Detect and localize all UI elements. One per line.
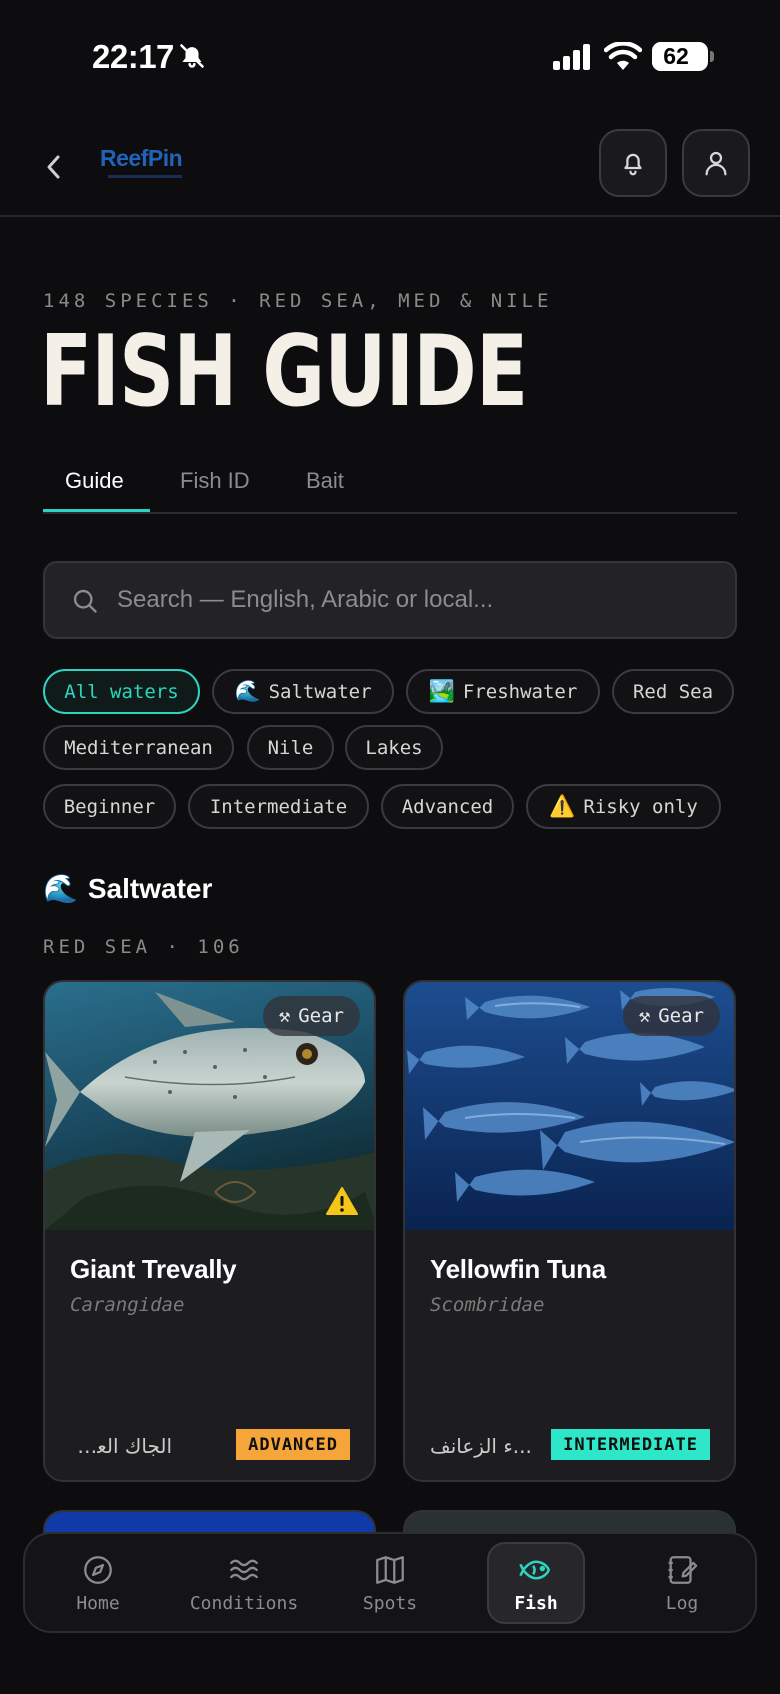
chip-label: Nile — [267, 736, 314, 759]
battery-percentage: 62 — [663, 43, 689, 69]
tools-icon: ⚒ — [278, 1005, 291, 1027]
section-title: 🌊 Saltwater — [43, 872, 212, 905]
warning-icon: ⚠️ — [549, 794, 576, 818]
section-title-text: Saltwater — [87, 872, 213, 904]
chip-label: Mediterranean — [64, 736, 213, 759]
bottom-navigation: Home Conditions Spots Fish Log — [23, 1532, 757, 1633]
filter-chip-nile[interactable]: Nile — [247, 725, 334, 770]
fish-card-giant-trevally[interactable]: ⚒ Gear Giant Trevally Carangidae الجاك ا… — [43, 980, 376, 1482]
bell-slash-icon — [180, 44, 204, 68]
nav-label: Fish — [514, 1592, 558, 1614]
fish-photo: ⚒ Gear — [405, 982, 734, 1230]
app-header: ReefPin — [0, 115, 780, 217]
gear-label: Gear — [298, 1005, 344, 1027]
filter-chip-advanced[interactable]: Advanced — [381, 784, 514, 829]
filter-chip-beginner[interactable]: Beginner — [43, 784, 176, 829]
nav-home[interactable]: Home — [49, 1542, 147, 1624]
search-icon — [73, 589, 97, 613]
logo-text: ReefPin — [100, 145, 183, 171]
search-bar — [43, 561, 737, 639]
back-button[interactable] — [36, 145, 72, 189]
nav-label: Log — [665, 1592, 699, 1614]
search-input[interactable] — [117, 563, 717, 637]
user-icon — [705, 151, 727, 176]
difficulty-badge: ADVANCED — [236, 1429, 350, 1460]
profile-button[interactable] — [682, 129, 750, 197]
tab-guide[interactable]: Guide — [65, 468, 124, 494]
nav-label: Home — [76, 1592, 120, 1614]
warning-icon — [326, 1187, 358, 1215]
chip-label: Saltwater — [268, 680, 372, 703]
fish-local-name: الجاك العملاق — [70, 1434, 172, 1458]
logo-tagline — [108, 175, 182, 178]
fish-name: Giant Trevally — [70, 1254, 237, 1284]
gear-badge[interactable]: ⚒ Gear — [262, 996, 360, 1036]
chip-label: Lakes — [365, 736, 423, 759]
filter-chip-saltwater[interactable]: 🌊 Saltwater — [212, 669, 394, 714]
chip-label: Intermediate — [209, 795, 348, 818]
gear-badge[interactable]: ⚒ Gear — [622, 996, 720, 1036]
wave-icon: 🌊 — [234, 679, 261, 703]
chip-label: Risky only — [583, 795, 698, 818]
nav-conditions[interactable]: Conditions — [190, 1542, 298, 1624]
filter-chip-freshwater[interactable]: 🏞️ Freshwater — [406, 669, 600, 714]
active-tab-indicator — [43, 509, 150, 512]
fish-family: Scombridae — [430, 1294, 545, 1316]
tab-fish-id[interactable]: Fish ID — [180, 468, 250, 494]
cellular-signal-icon — [553, 44, 590, 70]
filter-chip-intermediate[interactable]: Intermediate — [188, 784, 369, 829]
compass-icon — [84, 1555, 112, 1584]
fish-card-yellowfin-tuna[interactable]: ⚒ Gear Yellowfin Tuna Scombridae ...ء ال… — [403, 980, 736, 1482]
status-bar: 22:17 62 — [0, 0, 780, 115]
filter-chip-risky-only[interactable]: ⚠️ Risky only — [526, 784, 721, 829]
wave-icon: 🌊 — [43, 873, 78, 904]
landscape-icon: 🏞️ — [428, 679, 455, 703]
gear-label: Gear — [658, 1005, 704, 1027]
nav-fish[interactable]: Fish — [487, 1542, 585, 1624]
notifications-button[interactable] — [599, 129, 667, 197]
chip-label: Red Sea — [632, 680, 714, 703]
tools-icon: ⚒ — [638, 1005, 651, 1027]
filter-chip-mediterranean[interactable]: Mediterranean — [43, 725, 234, 770]
tab-bait[interactable]: Bait — [306, 468, 344, 494]
map-icon — [376, 1555, 404, 1584]
section-subtitle: RED SEA · 106 — [43, 936, 244, 958]
species-count-eyebrow: 148 SPECIES · RED SEA, MED & NILE — [43, 290, 553, 312]
fish-name: Yellowfin Tuna — [430, 1254, 606, 1284]
nav-label: Conditions — [189, 1592, 299, 1614]
filter-chip-lakes[interactable]: Lakes — [345, 725, 443, 770]
nav-log[interactable]: Log — [633, 1542, 731, 1624]
wifi-icon — [604, 42, 642, 70]
filter-chip-red-sea[interactable]: Red Sea — [612, 669, 734, 714]
chevron-left-icon — [47, 155, 60, 179]
fish-family: Carangidae — [70, 1294, 185, 1316]
chip-label: Freshwater — [462, 680, 578, 703]
waves-icon — [230, 1559, 258, 1580]
app-logo[interactable]: ReefPin — [100, 145, 190, 185]
nav-spots[interactable]: Spots — [341, 1542, 439, 1624]
battery-cap — [710, 51, 714, 62]
fish-local-name: ...ء الزعانف — [430, 1434, 532, 1458]
battery-indicator: 62 — [652, 42, 708, 71]
chip-label: Beginner — [63, 795, 156, 818]
fish-photo: ⚒ Gear — [45, 982, 374, 1230]
bell-icon — [624, 153, 642, 176]
tab-bar: Guide Fish ID Bait — [43, 458, 737, 514]
notebook-icon — [668, 1555, 698, 1584]
status-time: 22:17 — [92, 38, 174, 75]
filter-chip-all-waters[interactable]: All waters — [43, 669, 200, 714]
difficulty-badge: INTERMEDIATE — [551, 1429, 710, 1460]
page-title: FISH GUIDE — [40, 315, 528, 429]
nav-label: Spots — [362, 1592, 418, 1614]
chip-label: All waters — [64, 680, 179, 703]
chip-label: Advanced — [401, 795, 494, 818]
fish-icon — [519, 1559, 551, 1580]
